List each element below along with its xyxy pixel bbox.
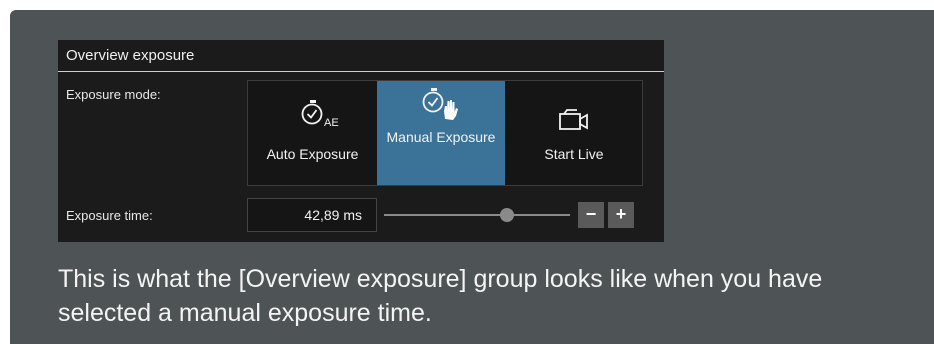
exposure-mode-selector: AE Auto Exposure Manual Exposure Start L… — [247, 80, 643, 186]
decrease-button[interactable]: − — [578, 202, 604, 228]
exposure-time-label: Exposure time: — [66, 208, 153, 223]
start-live-button[interactable]: Start Live — [505, 81, 643, 185]
exposure-time-slider[interactable] — [384, 200, 570, 230]
auto-exposure-label: Auto Exposure — [266, 146, 359, 162]
stopwatch-hand-icon — [421, 87, 461, 124]
increase-button[interactable]: + — [608, 202, 634, 228]
slider-thumb[interactable] — [499, 208, 514, 222]
help-card: Overview exposure Exposure mode: AE Auto… — [10, 10, 934, 344]
stopwatch-icon — [300, 99, 326, 130]
exposure-time-field[interactable]: 42,89 ms — [247, 198, 377, 232]
group-header: Overview exposure — [58, 40, 664, 72]
slider-track — [384, 214, 570, 216]
caption-text: This is what the [Overview exposure] gro… — [58, 265, 823, 327]
video-camera-icon — [559, 109, 589, 136]
manual-exposure-label: Manual Exposure — [386, 129, 496, 145]
group-title: Overview exposure — [66, 47, 195, 64]
overview-exposure-group: Overview exposure Exposure mode: AE Auto… — [58, 40, 664, 242]
start-live-label: Start Live — [544, 146, 604, 162]
ae-subscript: AE — [324, 117, 339, 129]
exposure-mode-label: Exposure mode: — [66, 87, 161, 102]
manual-exposure-button[interactable]: Manual Exposure — [377, 81, 505, 185]
auto-exposure-button[interactable]: AE Auto Exposure — [248, 81, 377, 185]
